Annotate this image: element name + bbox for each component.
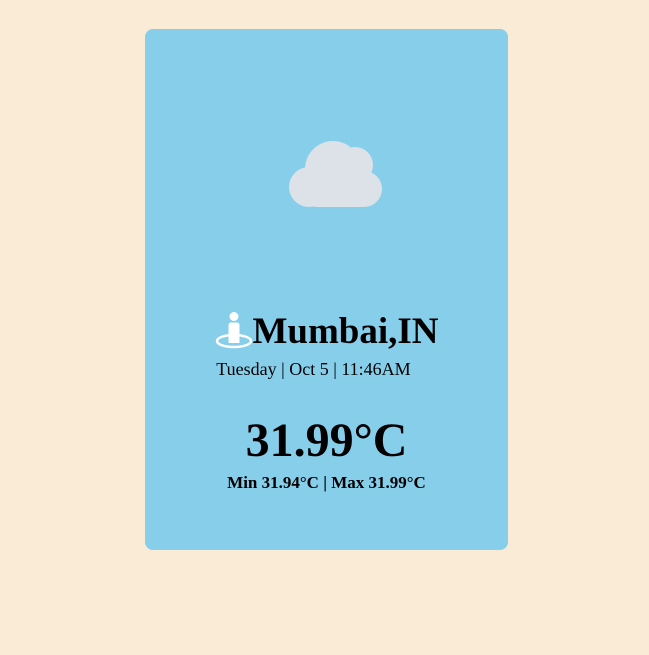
min-max-temperature: Min 31.94°C | Max 31.99°C (227, 473, 426, 492)
page: { "weather": { "condition_icon": "cloud-… (0, 0, 649, 655)
weather-card: Mumbai,IN Tuesday | Oct 5 | 11:46AM 31.9… (145, 29, 508, 550)
location-person-icon (214, 311, 254, 349)
date-time: Tuesday | Oct 5 | 11:46AM (216, 359, 411, 379)
cloud-icon (285, 137, 385, 209)
city-name: Mumbai,IN (252, 311, 439, 352)
current-temperature: 31.99°C (245, 414, 408, 467)
location-row: Mumbai,IN (145, 311, 508, 350)
